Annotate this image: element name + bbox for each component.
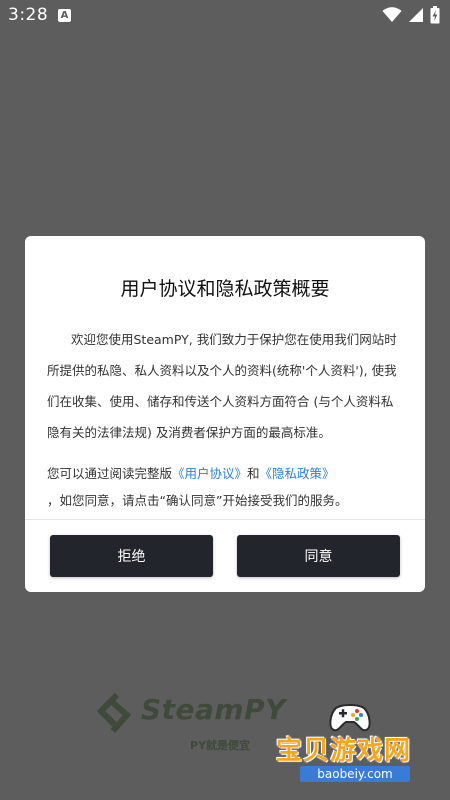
intro-text: 欢迎您使用SteamPY, 我们致力于保护您在使用我们网站时所提供的私隐、私人资… — [47, 332, 397, 440]
agreement-text: 您可以通过阅读完整版《用户协议》和《隐私政策》 ，如您同意，请点击“确认同意”开… — [47, 460, 403, 514]
agreement-prefix: 您可以通过阅读完整版 — [47, 466, 173, 481]
dialog-title: 用户协议和隐私政策概要 — [120, 278, 330, 300]
dialog-body: 欢迎您使用SteamPY, 我们致力于保护您在使用我们网站时所提供的私隐、私人资… — [47, 324, 403, 448]
gamepad-icon — [329, 704, 371, 732]
agreement-conjunction: 和 — [247, 466, 260, 481]
agreement-suffix: ，如您同意，请点击“确认同意”开始接受我们的服务。 — [47, 493, 348, 508]
watermark-site: baobeiy.com — [300, 766, 410, 782]
agreement-line: 您可以通过阅读完整版《用户协议》和《隐私政策》 — [47, 460, 403, 487]
watermark: 宝贝游戏网 baobeiy.com — [270, 700, 450, 800]
status-time: 3:28 — [8, 5, 49, 25]
notification-icon: A — [58, 9, 71, 22]
dialog-divider — [25, 519, 425, 520]
brand-slogan: PY就是便宜 — [190, 739, 251, 752]
brand-name: SteamPY — [141, 693, 286, 726]
reject-button[interactable]: 拒绝 — [50, 535, 213, 577]
agreement-dialog: 用户协议和隐私政策概要 欢迎您使用SteamPY, 我们致力于保护您在使用我们网… — [25, 236, 425, 592]
battery-icon — [430, 6, 440, 24]
privacy-policy-link[interactable]: 《隐私政策》 — [260, 466, 335, 481]
watermark-title: 宝贝游戏网 — [276, 736, 412, 766]
steampy-logo-icon — [96, 693, 132, 733]
status-icons — [382, 6, 440, 24]
wifi-icon — [382, 7, 402, 22]
agree-button[interactable]: 同意 — [237, 535, 400, 577]
signal-icon — [409, 8, 423, 22]
user-agreement-link[interactable]: 《用户协议》 — [172, 466, 247, 481]
status-bar: 3:28 A — [0, 0, 450, 32]
